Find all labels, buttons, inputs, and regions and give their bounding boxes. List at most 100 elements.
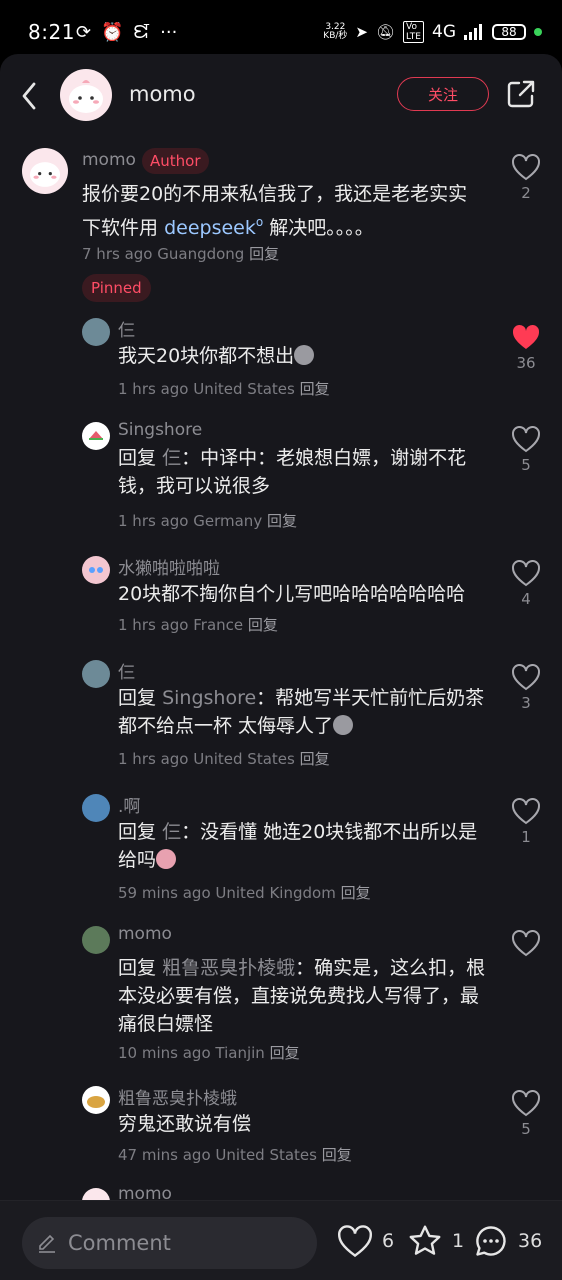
author-badge: Author (142, 148, 209, 174)
status-bar: 8:21 ⟳ ⏰ ᘿ ··· 3.22 KB/秒 ➤ 🔕︎ Vo LTE 4G 8… (0, 0, 562, 54)
like-count: 1 (521, 828, 531, 846)
more-dots-icon: ··· (160, 21, 178, 43)
reply-item: 水獭啪啦啪啦 20块都不掏你自个儿写吧哈哈哈哈哈哈哈 1 hrs ago Fra… (0, 554, 562, 654)
reply-text: 回复 粗鲁恶臭扑棱蛾：确实是，这么扣，根本没必要有偿，直接说免费找人写得了，最痛… (118, 957, 486, 1035)
like-button[interactable]: 6 (336, 1223, 394, 1259)
alarm-icon: ⏰ (101, 21, 124, 43)
reply-to-user[interactable]: 仨 (162, 447, 181, 469)
reply-text: 20块都不掏你自个儿写吧哈哈哈哈哈哈哈 (118, 583, 466, 605)
comment-input[interactable]: Comment (22, 1217, 317, 1269)
reply-username[interactable]: 仨 (118, 658, 135, 683)
reply-to-user[interactable]: 仨 (162, 821, 181, 843)
reply-username[interactable]: 粗鲁恶臭扑棱蛾 (118, 1084, 237, 1109)
search-link[interactable]: deepseek (164, 217, 256, 239)
reply-meta: 1 hrs ago United States 回复 (118, 380, 330, 398)
reply-avatar[interactable] (82, 318, 110, 346)
reply-meta: 1 hrs ago United States 回复 (118, 750, 330, 768)
reply-button[interactable]: 回复 (300, 380, 330, 398)
comments-count: 36 (518, 1230, 543, 1252)
sad-emoji-icon (294, 345, 315, 365)
like-count: 36 (516, 354, 536, 372)
reply-meta: 47 mins ago United States 回复 (118, 1146, 352, 1164)
reply-text: 穷鬼还敢说有偿 (118, 1113, 252, 1135)
search-small-icon[interactable]: o (256, 215, 263, 229)
volte-icon: Vo LTE (403, 21, 424, 43)
heart-icon[interactable] (511, 797, 541, 825)
reply-button[interactable]: 回复 (341, 884, 371, 902)
commenter-name[interactable]: momo (82, 150, 136, 170)
reply-meta: 1 hrs ago France 回复 (118, 616, 278, 634)
heart-icon[interactable] (511, 929, 541, 957)
heart-icon[interactable] (511, 559, 541, 587)
heart-icon[interactable] (511, 663, 541, 691)
app-notification-icon: ᘿ (133, 21, 151, 43)
reply-username[interactable]: .啊 (118, 792, 140, 817)
sad-emoji-icon (333, 715, 354, 735)
network-speed: 3.22 KB/秒 (323, 22, 348, 41)
reply-avatar[interactable] (82, 556, 110, 584)
reply-avatar[interactable] (82, 422, 110, 450)
heart-icon[interactable] (511, 1089, 541, 1117)
heart-filled-icon[interactable] (511, 323, 541, 351)
status-time: 8:21 (28, 20, 75, 44)
location-arrow-icon: ➤ (355, 23, 368, 41)
reply-avatar[interactable] (82, 1188, 110, 1200)
like-count: 3 (521, 694, 531, 712)
comment-meta: 7 hrs ago Guangdong 回复 (82, 245, 280, 263)
status-icons-left: ⟳ ⏰ ᘿ ··· (76, 20, 177, 44)
reply-item: 仨 回复 Singshore：帮她写半天忙前忙后奶茶都不给点一杯 太侮辱人了 1… (0, 656, 562, 786)
reply-button[interactable]: 回复 (270, 1044, 300, 1062)
reply-item: .啊 回复 仨：没看懂 她连20块钱都不出所以是给吗 59 mins ago U… (0, 790, 562, 920)
heart-icon[interactable] (511, 153, 541, 181)
like-count: 5 (521, 1120, 531, 1138)
favorites-count: 1 (452, 1230, 465, 1252)
network-type: 4G (432, 22, 456, 42)
reply-username[interactable]: momo (118, 1188, 172, 1200)
pencil-icon (39, 1234, 55, 1253)
reply-button[interactable]: 回复 (322, 1146, 352, 1164)
reply-text: 回复 仨：没看懂 她连20块钱都不出所以是给吗 (118, 821, 478, 871)
like-count: 2 (521, 184, 531, 202)
favorite-button[interactable]: 1 (406, 1223, 464, 1259)
reply-item: momo (0, 1188, 562, 1200)
like-count: 5 (521, 456, 531, 474)
chat-bubble-icon (476, 1226, 506, 1256)
reply-meta: 59 mins ago United Kingdom 回复 (118, 884, 371, 902)
reply-text: 回复 Singshore：帮她写半天忙前忙后奶茶都不给点一杯 太侮辱人了 (118, 687, 485, 737)
status-icons-right: 3.22 KB/秒 ➤ 🔕︎ Vo LTE 4G 88 (323, 20, 542, 44)
heart-icon (338, 1225, 372, 1258)
comment-text: 报价要20的不用来私信我了，我还是老老实实下软件用 deepseeko 解决吧。… (82, 183, 468, 239)
likes-count: 6 (382, 1230, 395, 1252)
commenter-avatar[interactable] (22, 148, 68, 194)
privacy-indicator-dot (534, 28, 542, 36)
reply-avatar[interactable] (82, 1086, 110, 1114)
reply-avatar[interactable] (82, 660, 110, 688)
reply-avatar[interactable] (82, 794, 110, 822)
pinned-badge: Pinned (82, 274, 151, 302)
reply-text: 我天20块你都不想出 (118, 342, 488, 370)
main-comment: momo Author 报价要20的不用来私信我了，我还是老老实实下软件用 de… (0, 54, 562, 314)
comments-sheet: momo 关注 momo Author 报价要20的不用来私信我了，我还是老老实… (0, 54, 562, 1280)
reply-avatar[interactable] (82, 926, 110, 954)
reply-username[interactable]: momo (118, 924, 172, 944)
star-icon (409, 1225, 441, 1255)
like-count: 4 (521, 590, 531, 608)
reply-button[interactable]: 回复 (267, 512, 297, 530)
sync-icon: ⟳ (76, 21, 92, 43)
reply-meta: 10 mins ago Tianjin 回复 (118, 1044, 300, 1062)
bottom-bar: Comment 6 1 36 (0, 1200, 562, 1280)
reply-username[interactable]: 仨 (118, 316, 135, 341)
signal-icon (464, 24, 482, 40)
reply-meta: 1 hrs ago Germany 回复 (118, 512, 297, 530)
reply-to-user[interactable]: Singshore (162, 687, 256, 709)
reply-username[interactable]: 水獭啪啦啪啦 (118, 554, 220, 579)
reply-to-user[interactable]: 粗鲁恶臭扑棱蛾 (162, 957, 295, 979)
reply-button[interactable]: 回复 (248, 616, 278, 634)
mute-bell-icon: 🔕︎ (375, 23, 396, 41)
reply-username[interactable]: Singshore (118, 420, 202, 440)
reply-button[interactable]: 回复 (249, 245, 279, 263)
comments-button[interactable]: 36 (472, 1223, 542, 1259)
heart-icon[interactable] (511, 425, 541, 453)
reply-button[interactable]: 回复 (300, 750, 330, 768)
reply-item: 仨 我天20块你都不想出 1 hrs ago United States 回复 … (0, 314, 562, 414)
